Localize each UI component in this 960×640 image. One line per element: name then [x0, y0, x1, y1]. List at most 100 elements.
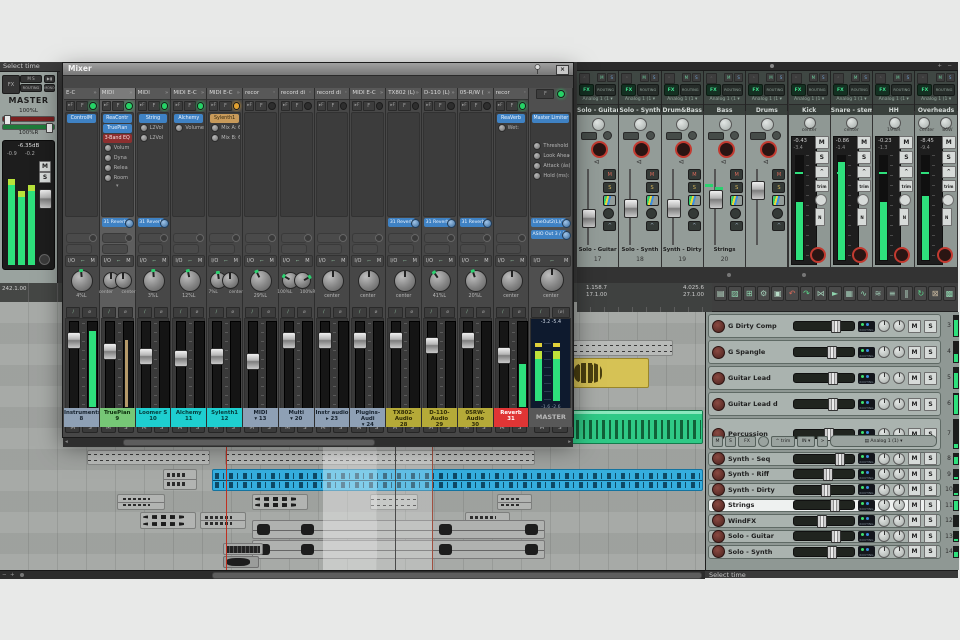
- fx-enable-led[interactable]: [197, 102, 204, 110]
- mute-button[interactable]: M: [908, 514, 921, 527]
- record-arm-button[interactable]: [810, 247, 826, 263]
- param-knob[interactable]: [140, 124, 148, 132]
- send-knob[interactable]: [483, 219, 492, 228]
- routing-button[interactable]: ROUTING: [933, 84, 954, 96]
- clip-graypair[interactable]: [117, 494, 165, 510]
- bus-mute-button[interactable]: M: [772, 169, 785, 180]
- fx-button[interactable]: FX: [664, 84, 679, 96]
- solo-micro-button[interactable]: S: [819, 73, 828, 82]
- track-label[interactable]: MIDI▾ 13: [243, 408, 278, 427]
- fx-bypass-button[interactable]: ▸F: [352, 101, 361, 111]
- zoom-in-icon[interactable]: +: [10, 572, 15, 578]
- input-monitor-button[interactable]: IN ▾: [797, 436, 815, 447]
- fx-button[interactable]: FX: [621, 84, 636, 96]
- drum-mute-button[interactable]: M: [899, 136, 913, 149]
- fx-slot[interactable]: TruePian: [103, 124, 132, 133]
- pan-knob[interactable]: [592, 118, 605, 131]
- pan-knob[interactable]: [634, 118, 647, 131]
- track-row[interactable]: Solo - GuitarROUTINGMS: [708, 530, 941, 544]
- io-row[interactable]: I/O⌐M: [280, 255, 313, 267]
- mute-button[interactable]: M: [908, 530, 921, 543]
- phase-button[interactable]: ø: [261, 307, 275, 318]
- record-arm-knob[interactable]: [712, 320, 725, 333]
- channel-header[interactable]: TX802 (L)»: [386, 88, 421, 100]
- routing-button[interactable]: ROUTING: [637, 84, 658, 96]
- scroll-dot-icon[interactable]: [770, 64, 774, 68]
- fx-button[interactable]: FX: [833, 84, 848, 96]
- grid-icon[interactable]: ▦: [843, 286, 856, 301]
- input-fx-icon[interactable]: ◦: [875, 73, 886, 84]
- fx-bypass-button[interactable]: ▸F: [209, 101, 218, 111]
- env-chip[interactable]: [666, 132, 682, 140]
- fx-slot[interactable]: Sylenth1: [210, 114, 239, 123]
- empty-hw-slot[interactable]: [388, 244, 414, 254]
- phase-button[interactable]: (ø): [552, 307, 571, 318]
- channel-header[interactable]: MIDI E-C»: [171, 88, 206, 100]
- env-knob[interactable]: [942, 194, 954, 206]
- fader-cap[interactable]: [318, 332, 332, 349]
- undo-icon[interactable]: ↶: [785, 286, 798, 301]
- env-knob[interactable]: [758, 436, 769, 447]
- env-stripes-icon[interactable]: [646, 195, 659, 206]
- empty-hw-slot[interactable]: [496, 244, 522, 254]
- mute-button[interactable]: M: [908, 346, 921, 359]
- record-arm-knob[interactable]: [712, 530, 725, 543]
- mute-button[interactable]: M: [908, 499, 921, 512]
- env-knob[interactable]: [857, 194, 869, 206]
- width-knob[interactable]: [893, 484, 905, 496]
- fx-button[interactable]: FX: [748, 84, 763, 96]
- input-chip[interactable]: N: [815, 208, 825, 226]
- track-label[interactable]: Instr audio▸ 23: [315, 408, 350, 427]
- fx-pre-button[interactable]: F: [291, 101, 303, 111]
- drum-mute-button[interactable]: M: [942, 136, 956, 149]
- volume-slider[interactable]: [793, 531, 855, 541]
- bus-knob[interactable]: [772, 208, 783, 219]
- volume-thumb[interactable]: [835, 453, 845, 466]
- bus-knob[interactable]: [603, 208, 614, 219]
- record-arm-knob[interactable]: [712, 483, 725, 496]
- track-row[interactable]: G Dirty CompROUTINGMS: [708, 314, 941, 338]
- envelope-icon[interactable]: ∿: [857, 286, 870, 301]
- drum-mute-button[interactable]: M: [815, 136, 829, 149]
- record-arm-knob[interactable]: [712, 545, 725, 558]
- param-knob[interactable]: [140, 134, 148, 142]
- pan-knob[interactable]: [878, 346, 890, 358]
- pan-knob[interactable]: [250, 270, 272, 292]
- routing-button[interactable]: ROUTING: [680, 84, 701, 96]
- send-knob-empty[interactable]: [518, 234, 526, 242]
- more-params-icon[interactable]: ▾: [102, 183, 133, 189]
- env-button[interactable]: /: [173, 307, 187, 318]
- volume-slider[interactable]: [793, 347, 855, 357]
- trim-button[interactable]: ^ trim: [771, 436, 795, 447]
- width-knob[interactable]: [893, 453, 905, 465]
- io-row[interactable]: I/O⌐M: [530, 255, 571, 267]
- empty-hw-slot[interactable]: [424, 244, 450, 254]
- clip-wavepair[interactable]: [252, 494, 308, 510]
- phase-button[interactable]: ø: [190, 307, 204, 318]
- pan-knob[interactable]: [878, 468, 890, 480]
- send-knob-empty[interactable]: [375, 234, 383, 242]
- fader-cap[interactable]: [425, 337, 439, 354]
- fx-enable-led[interactable]: [161, 102, 168, 110]
- channel-header[interactable]: D-110 (L)»: [422, 88, 457, 100]
- monitor-icon[interactable]: >: [817, 436, 828, 447]
- pan-knob[interactable]: [878, 546, 890, 558]
- bus-solo-button[interactable]: S: [646, 182, 659, 193]
- input-chip[interactable]: N: [942, 208, 952, 226]
- empty-hw-slot[interactable]: [460, 244, 486, 254]
- env-button[interactable]: /: [317, 307, 331, 318]
- routing-button[interactable]: ROUTING: [722, 84, 743, 96]
- channel-header[interactable]: MIDI E-C»: [350, 88, 385, 100]
- volume-thumb[interactable]: [828, 398, 838, 411]
- volume-slider[interactable]: [793, 399, 855, 409]
- channel-header[interactable]: MIDI E-C»: [207, 88, 242, 100]
- width-knob[interactable]: [893, 499, 905, 511]
- clip-thinpair[interactable]: [573, 340, 673, 356]
- drum-solo-button[interactable]: S: [942, 151, 956, 164]
- zoom-out-icon[interactable]: −: [2, 572, 7, 578]
- record-arm-button[interactable]: [852, 247, 868, 263]
- fx-bypass-button[interactable]: ▸F: [173, 101, 182, 111]
- param-knob[interactable]: [533, 162, 541, 170]
- send-knob-empty[interactable]: [411, 234, 419, 242]
- master-mono-button[interactable]: MONO: [44, 84, 55, 92]
